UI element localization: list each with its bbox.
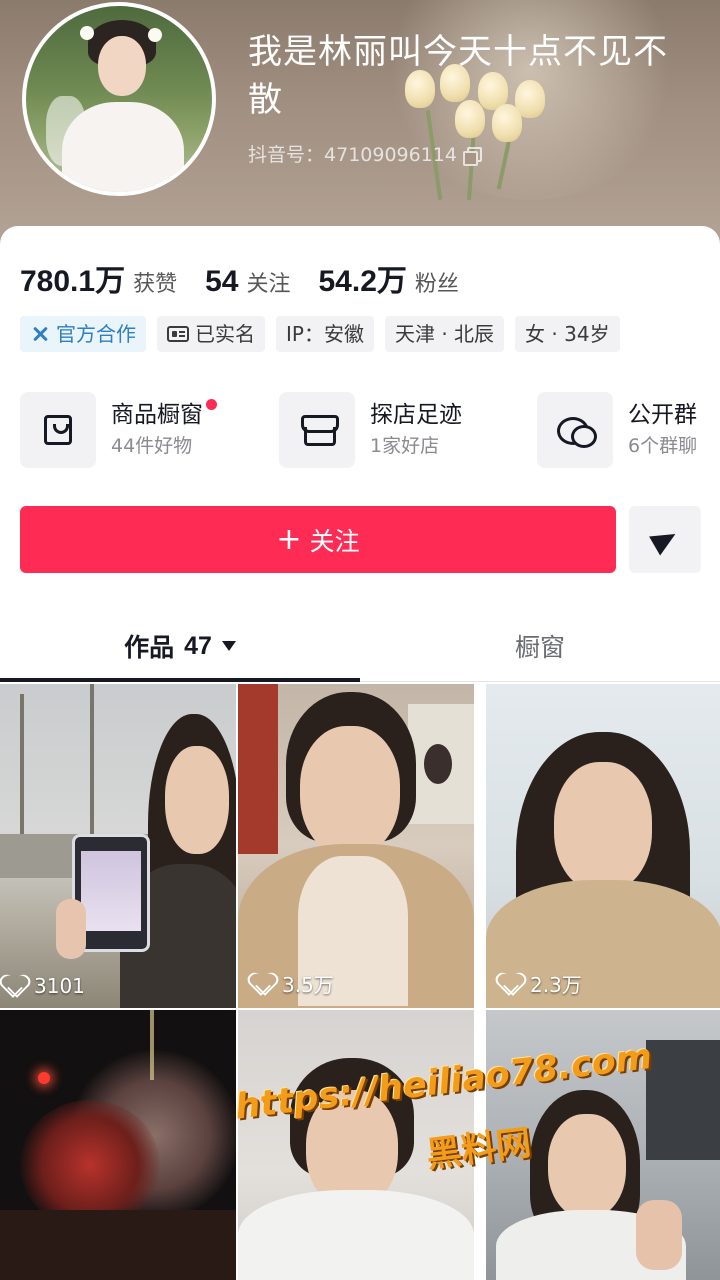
tree [20,694,24,834]
red-door [238,684,278,854]
feature-subtitle: 6个群聊 [628,435,698,457]
feature-entries: 商品橱窗 44件好物 探店足迹 1家好店 公开群 6个群聊 [20,391,720,471]
video-thumbnail[interactable]: 3.5万 [238,684,474,1008]
stat-value: 780.1万 [20,265,126,298]
account-id-label: 抖音号： [248,144,325,166]
tag-label: 已实名 [195,322,255,346]
tag-location: 天津 · 北辰 [384,316,505,352]
feature-title: 商品橱窗 [111,399,217,431]
avatar-flower [80,26,94,40]
tag-label: 女 · 34岁 [525,322,610,346]
video-thumbnail[interactable]: 3101 [0,684,236,1008]
like-count-text: 2.3万 [530,973,582,997]
active-tab-indicator [0,678,360,682]
person-body [238,1190,474,1280]
follow-button[interactable]: + 关注 [20,506,616,573]
content-tabs: 作品 47 橱窗 [0,616,720,682]
feature-icon-box [279,392,355,468]
phone-content [81,851,141,931]
firework-trail [150,1010,154,1080]
heart-icon [498,973,522,995]
waving-hand [636,1200,682,1270]
feature-text: 探店足迹 1家好店 [370,399,462,461]
stat-followers[interactable]: 54.2万 粉丝 [318,256,458,300]
tag-gender-age: 女 · 34岁 [515,316,620,352]
profile-banner: 我是林丽叫今天十点不见不散 抖音号： 47109096114 [0,0,720,250]
account-id-value: 47109096114 [324,144,457,166]
like-count: 2.3万 [498,969,582,998]
avatar-dress [62,102,184,192]
feature-text: 商品橱窗 44件好物 [111,399,217,461]
profile-screen: 我是林丽叫今天十点不见不散 抖音号： 47109096114 780.1万 获赞 … [0,0,720,1280]
like-count-text: 3.5万 [282,973,334,997]
caret-down-icon[interactable] [221,641,236,651]
tab-showcase-label: 橱窗 [514,633,565,662]
tag-ip: IP：安徽 [276,316,374,352]
feature-icon-box [20,392,96,468]
feature-subtitle: 1家好店 [370,435,440,457]
tag-official-partner[interactable]: 官方合作 [20,316,146,352]
like-count: 3.5万 [250,969,334,998]
stats-row: 780.1万 获赞 54 关注 54.2万 粉丝 [20,256,459,300]
feature-text: 公开群 6个群聊 [628,399,697,461]
tree [90,684,94,834]
store-icon [301,415,339,446]
account-id-row[interactable]: 抖音号： 47109096114 [248,143,482,167]
firework-spark [38,1072,50,1084]
id-card-icon [167,326,189,342]
stat-following[interactable]: 54 关注 [205,265,290,299]
tab-works-label: 作品 [124,633,175,662]
tab-works[interactable]: 作品 47 [0,616,360,676]
video-thumbnail[interactable] [0,1010,236,1280]
profile-nickname: 我是林丽叫今天十点不见不散 [248,32,668,120]
tag-label: IP：安徽 [286,322,364,346]
tag-verified[interactable]: 已实名 [157,316,265,352]
tab-works-count: 47 [184,631,212,660]
send-icon [649,523,681,556]
feature-subtitle: 44件好物 [111,435,193,457]
avatar[interactable] [22,2,216,196]
person-face [300,726,400,856]
tag-label: 官方合作 [56,322,136,346]
ground [0,1210,236,1280]
heart-icon [250,973,274,995]
person-face [548,1114,626,1218]
share-button[interactable] [629,506,701,573]
stat-label: 粉丝 [414,272,459,297]
follow-button-label: 关注 [309,526,360,556]
stat-value: 54.2万 [318,265,407,298]
feature-shop-window[interactable]: 商品橱窗 44件好物 [20,391,217,469]
feature-public-groups[interactable]: 公开群 6个群聊 [537,391,697,469]
tab-showcase[interactable]: 橱窗 [360,616,720,676]
chat-icon [557,415,597,448]
video-thumbnail[interactable]: 2.3万 [486,684,720,1008]
official-partner-icon [30,324,50,344]
bag-icon [44,415,72,445]
person-face [554,762,652,892]
like-count: 3101 [2,974,85,998]
heart-icon [2,975,26,997]
stat-value: 54 [205,265,239,298]
avatar-flower [148,28,162,42]
person-face [165,746,229,854]
feature-store-visits[interactable]: 探店足迹 1家好店 [279,391,462,469]
profile-tags: 官方合作 已实名 IP：安徽 天津 · 北辰 女 · 34岁 [20,316,620,352]
feature-icon-box [537,392,613,468]
figurine [424,744,452,784]
stat-likes[interactable]: 780.1万 获赞 [20,256,177,300]
feature-title-text: 商品橱窗 [111,402,203,428]
avatar-face [98,36,146,96]
copy-icon[interactable] [463,147,482,166]
notification-dot [206,399,217,410]
stat-label: 获赞 [133,272,178,297]
like-count-text: 3101 [34,974,85,998]
hand [56,899,86,959]
stat-label: 关注 [246,272,291,297]
video-grid: 3101 3.5万 2.3万 [0,684,720,1280]
feature-title: 探店足迹 [370,402,462,428]
feature-title: 公开群 [628,402,697,428]
plus-icon: + [276,521,302,557]
tag-label: 天津 · 北辰 [394,322,495,346]
